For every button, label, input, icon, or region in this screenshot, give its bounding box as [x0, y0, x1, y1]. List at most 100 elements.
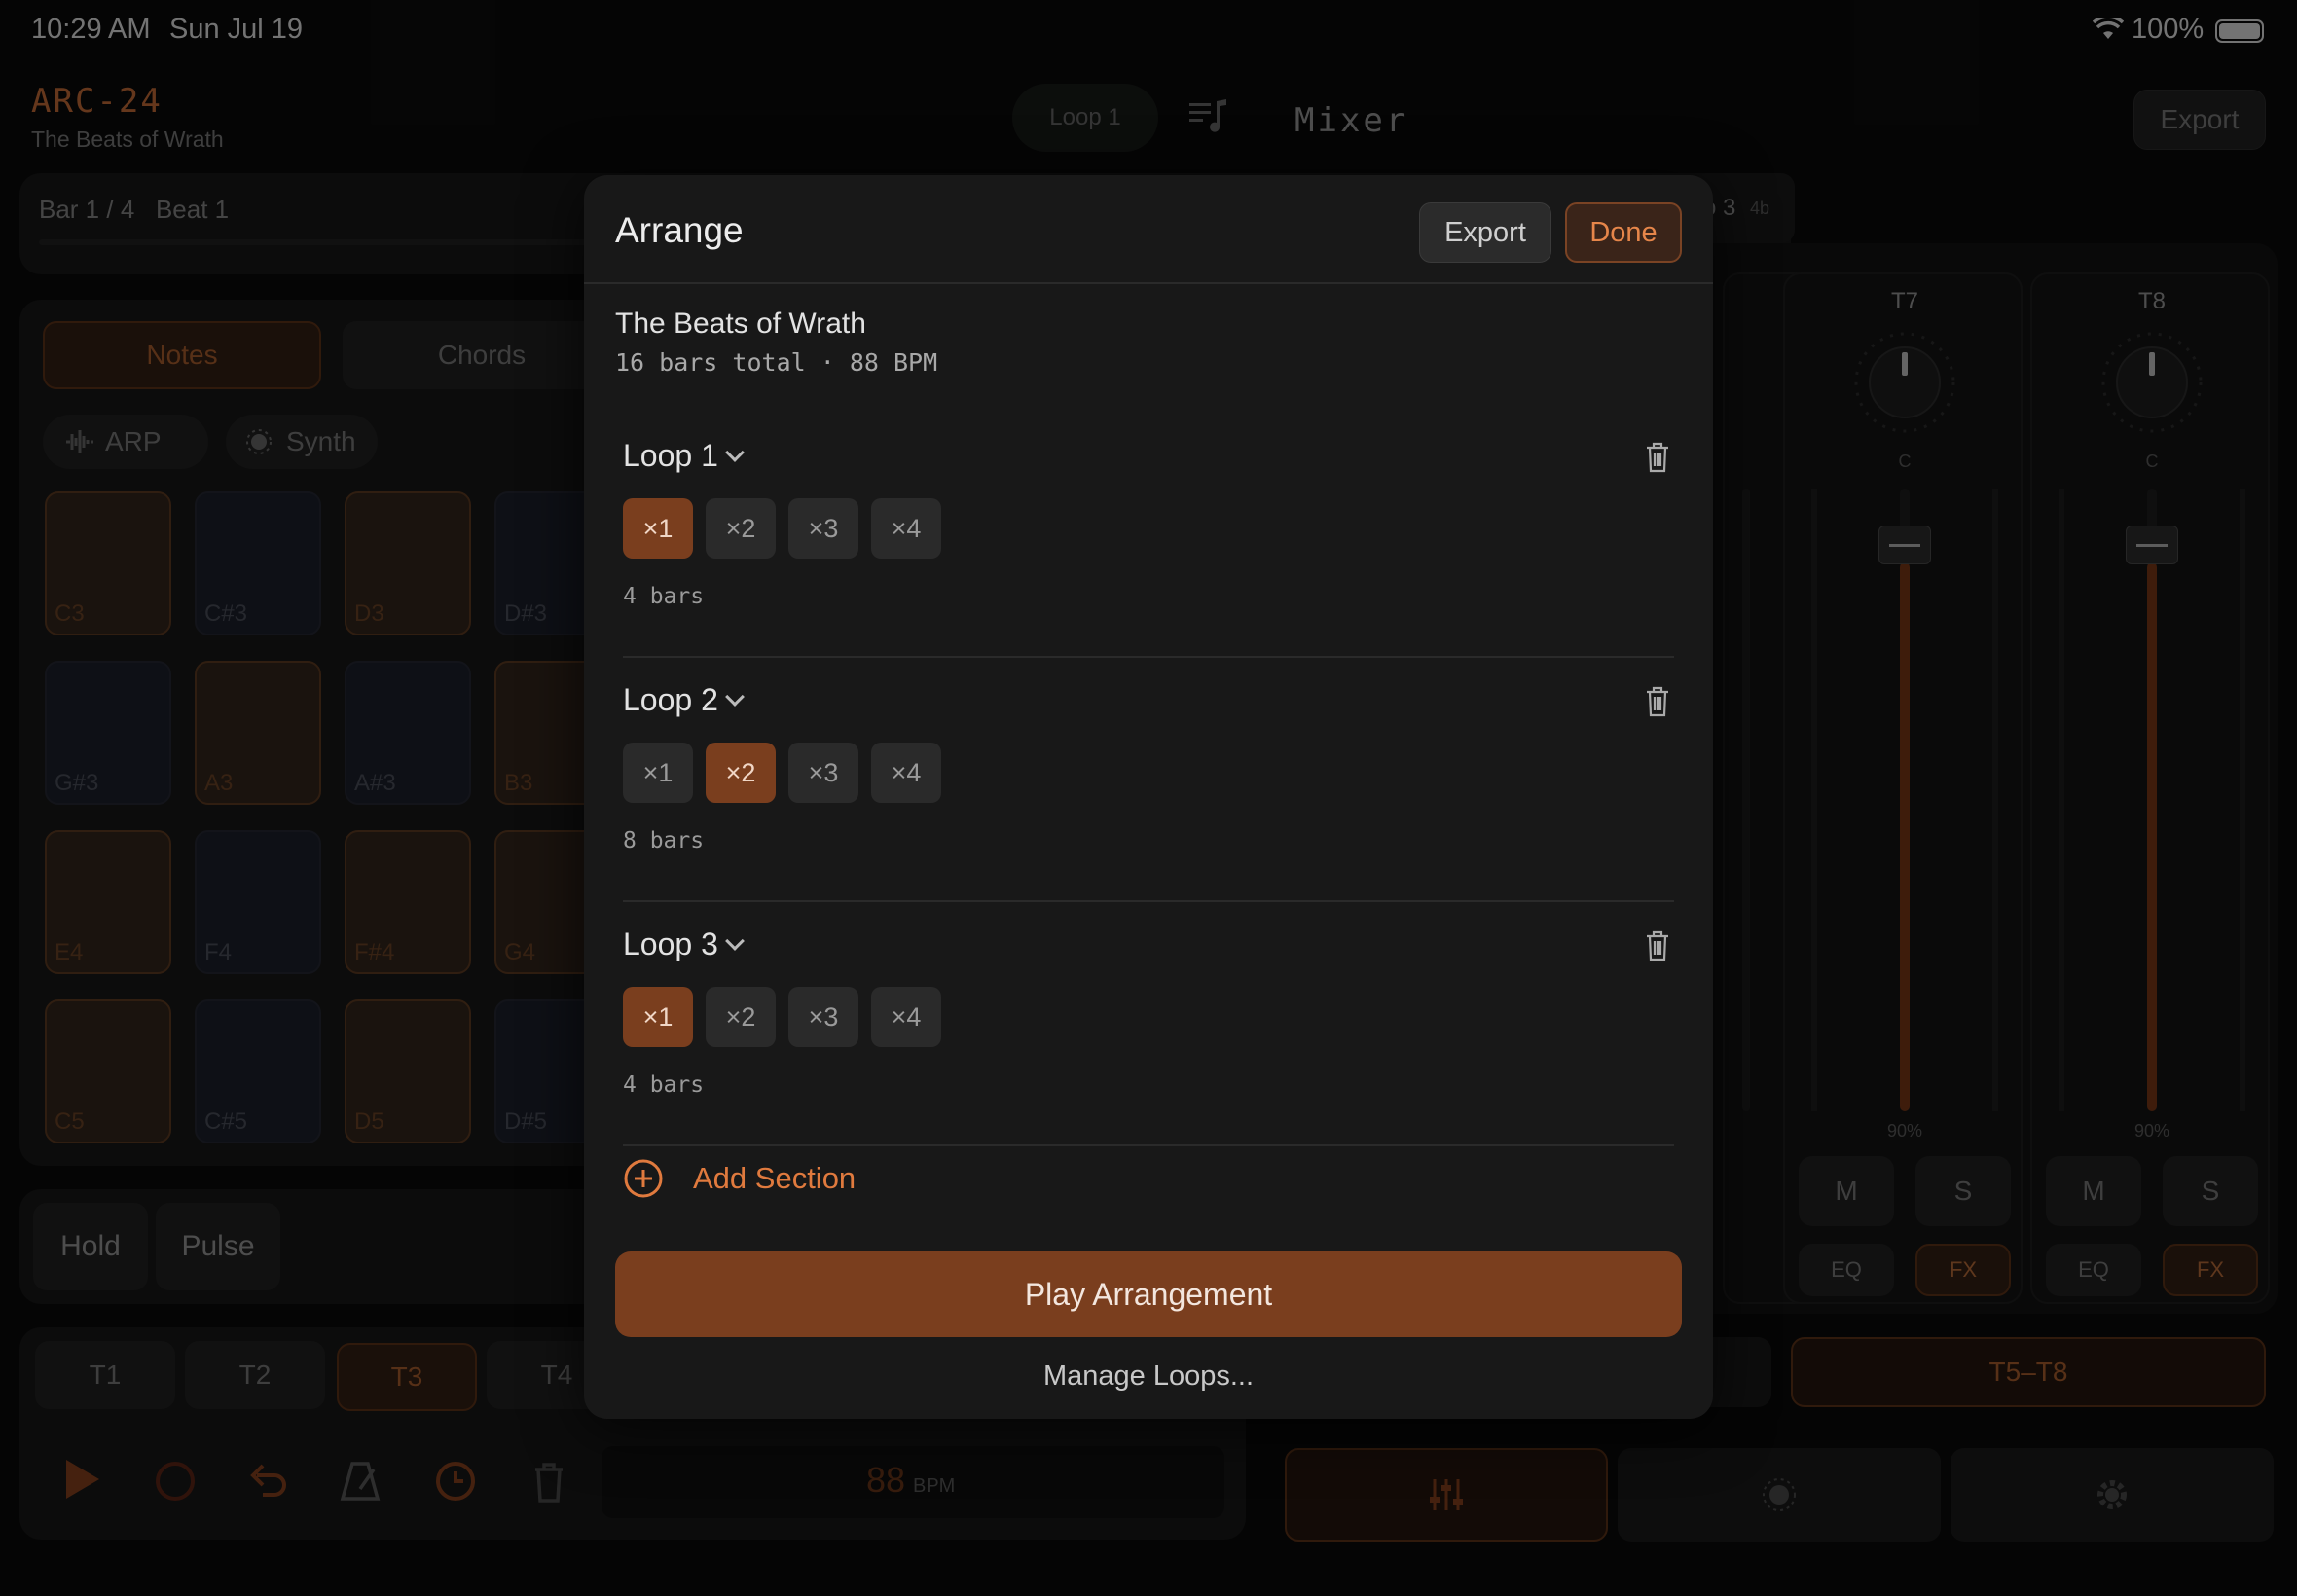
arrangement-section: Loop 3 ×1 ×2 ×3 ×4 4 bars	[623, 926, 1674, 1170]
pad-label: C5	[55, 1108, 85, 1135]
add-section-label: Add Section	[693, 1161, 857, 1195]
bpm-value: 88	[866, 1460, 906, 1500]
clock-icon[interactable]	[434, 1460, 477, 1507]
fx-button[interactable]: FX	[2163, 1244, 2258, 1296]
pad[interactable]: A3	[195, 661, 321, 805]
repeat-option-x2[interactable]: ×2	[706, 743, 776, 803]
pad[interactable]: E4	[45, 830, 171, 974]
loop-selector[interactable]: Loop 1	[1012, 84, 1158, 152]
pad-label: B3	[504, 770, 533, 796]
pulse-button[interactable]: Pulse	[156, 1203, 280, 1290]
volume-fader[interactable]	[1878, 526, 1931, 564]
section-divider	[623, 900, 1674, 902]
done-button[interactable]: Done	[1565, 202, 1682, 263]
pad-label: D#5	[504, 1108, 548, 1135]
solo-button[interactable]: S	[2163, 1156, 2258, 1226]
trash-icon[interactable]	[1645, 442, 1670, 473]
mute-button[interactable]: M	[1799, 1156, 1894, 1226]
arrangement-section: Loop 1 ×1 ×2 ×3 ×4 4 bars	[623, 438, 1674, 681]
repeat-option-x3[interactable]: ×3	[788, 987, 858, 1047]
repeat-option-x3[interactable]: ×3	[788, 743, 858, 803]
position-readout: Bar 1 / 4 Beat 1	[39, 195, 230, 224]
repeat-option-x4[interactable]: ×4	[871, 987, 941, 1047]
trash-icon[interactable]	[1645, 686, 1670, 717]
section-bars: 8 bars	[623, 828, 705, 853]
repeat-option-x2[interactable]: ×2	[706, 498, 776, 559]
bpm-display[interactable]: 88 BPM	[602, 1446, 1224, 1518]
section-bars: 4 bars	[623, 584, 705, 609]
battery-icon	[2215, 19, 2264, 43]
play-arrangement-button[interactable]: Play Arrangement	[615, 1251, 1682, 1337]
track-tab-t3[interactable]: T3	[337, 1343, 477, 1411]
waveform-icon	[64, 428, 93, 455]
dial-icon	[245, 428, 273, 455]
play-icon[interactable]	[62, 1458, 101, 1505]
dial-icon	[1763, 1478, 1796, 1511]
bank-t5-t8-button[interactable]: T5–T8	[1791, 1337, 2266, 1407]
tab-notes[interactable]: Notes	[43, 321, 321, 389]
synth-label: Synth	[286, 426, 356, 456]
mixer-strip-t7: T7 C 90% M S EQ FX	[1783, 272, 2023, 1304]
section-loop-dropdown[interactable]: Loop 2	[623, 682, 745, 718]
pad[interactable]: F4	[195, 830, 321, 974]
pad[interactable]: C#3	[195, 491, 321, 635]
record-icon[interactable]	[154, 1460, 197, 1507]
export-button[interactable]: Export	[2133, 90, 2266, 150]
chevron-down-icon	[724, 442, 745, 462]
delete-icon[interactable]	[529, 1460, 568, 1509]
arrange-modal: Arrange Export Done The Beats of Wrath 1…	[584, 175, 1713, 1419]
repeat-option-x2[interactable]: ×2	[706, 987, 776, 1047]
project-name[interactable]: The Beats of Wrath	[31, 127, 224, 153]
fx-button[interactable]: FX	[1915, 1244, 2011, 1296]
arrangement-section: Loop 2 ×1 ×2 ×3 ×4 8 bars	[623, 682, 1674, 925]
status-date: Sun Jul 19	[169, 14, 304, 45]
pad[interactable]: C3	[45, 491, 171, 635]
pad[interactable]: F#4	[345, 830, 471, 974]
volume-fader[interactable]	[2126, 526, 2178, 564]
manage-loops-link[interactable]: Manage Loops...	[584, 1360, 1713, 1393]
eq-button[interactable]: EQ	[2046, 1244, 2141, 1296]
section-bars: 4 bars	[623, 1072, 705, 1098]
repeat-option-x1[interactable]: ×1	[623, 743, 693, 803]
mixer-view-button[interactable]	[1285, 1448, 1608, 1542]
strip-name: T7	[1890, 288, 1918, 314]
add-section-button[interactable]: Add Section	[623, 1158, 856, 1199]
song-meta: 16 bars total · 88 BPM	[615, 348, 938, 377]
solo-button[interactable]: S	[1915, 1156, 2011, 1226]
settings-view-button[interactable]	[1951, 1448, 2274, 1542]
hold-button[interactable]: Hold	[33, 1203, 148, 1290]
section-loop-dropdown[interactable]: Loop 3	[623, 926, 745, 962]
metronome-icon[interactable]	[339, 1460, 382, 1507]
section-loop-dropdown[interactable]: Loop 1	[623, 438, 745, 474]
repeat-option-x3[interactable]: ×3	[788, 498, 858, 559]
repeat-option-x4[interactable]: ×4	[871, 498, 941, 559]
mixer-title: Mixer	[1294, 101, 1409, 140]
pad[interactable]: D5	[345, 999, 471, 1143]
pad[interactable]: G#3	[45, 661, 171, 805]
repeat-option-x1[interactable]: ×1	[623, 987, 693, 1047]
pan-knob[interactable]	[1851, 329, 1958, 441]
repeat-option-x1[interactable]: ×1	[623, 498, 693, 559]
mute-button[interactable]: M	[2046, 1156, 2141, 1226]
modal-export-button[interactable]: Export	[1419, 202, 1551, 263]
plus-circle-icon	[624, 1159, 663, 1198]
chevron-down-icon	[724, 686, 745, 707]
pad-label: D3	[354, 600, 384, 627]
repeat-option-x4[interactable]: ×4	[871, 743, 941, 803]
eq-button[interactable]: EQ	[1799, 1244, 1894, 1296]
pad[interactable]: C#5	[195, 999, 321, 1143]
trash-icon[interactable]	[1645, 930, 1670, 961]
synth-view-button[interactable]	[1618, 1448, 1941, 1542]
level-value: 90%	[1886, 1121, 1923, 1141]
pad[interactable]: A#3	[345, 661, 471, 805]
track-tab-t2[interactable]: T2	[185, 1341, 325, 1409]
tab-chords[interactable]: Chords	[343, 321, 621, 389]
undo-icon[interactable]	[247, 1460, 290, 1507]
pad[interactable]: C5	[45, 999, 171, 1143]
section-name: Loop 2	[623, 682, 718, 717]
sliders-icon	[1430, 1479, 1463, 1510]
pad[interactable]: D3	[345, 491, 471, 635]
pan-knob[interactable]	[2098, 329, 2206, 441]
playlist-icon[interactable]	[1187, 97, 1230, 136]
track-tab-t1[interactable]: T1	[35, 1341, 175, 1409]
